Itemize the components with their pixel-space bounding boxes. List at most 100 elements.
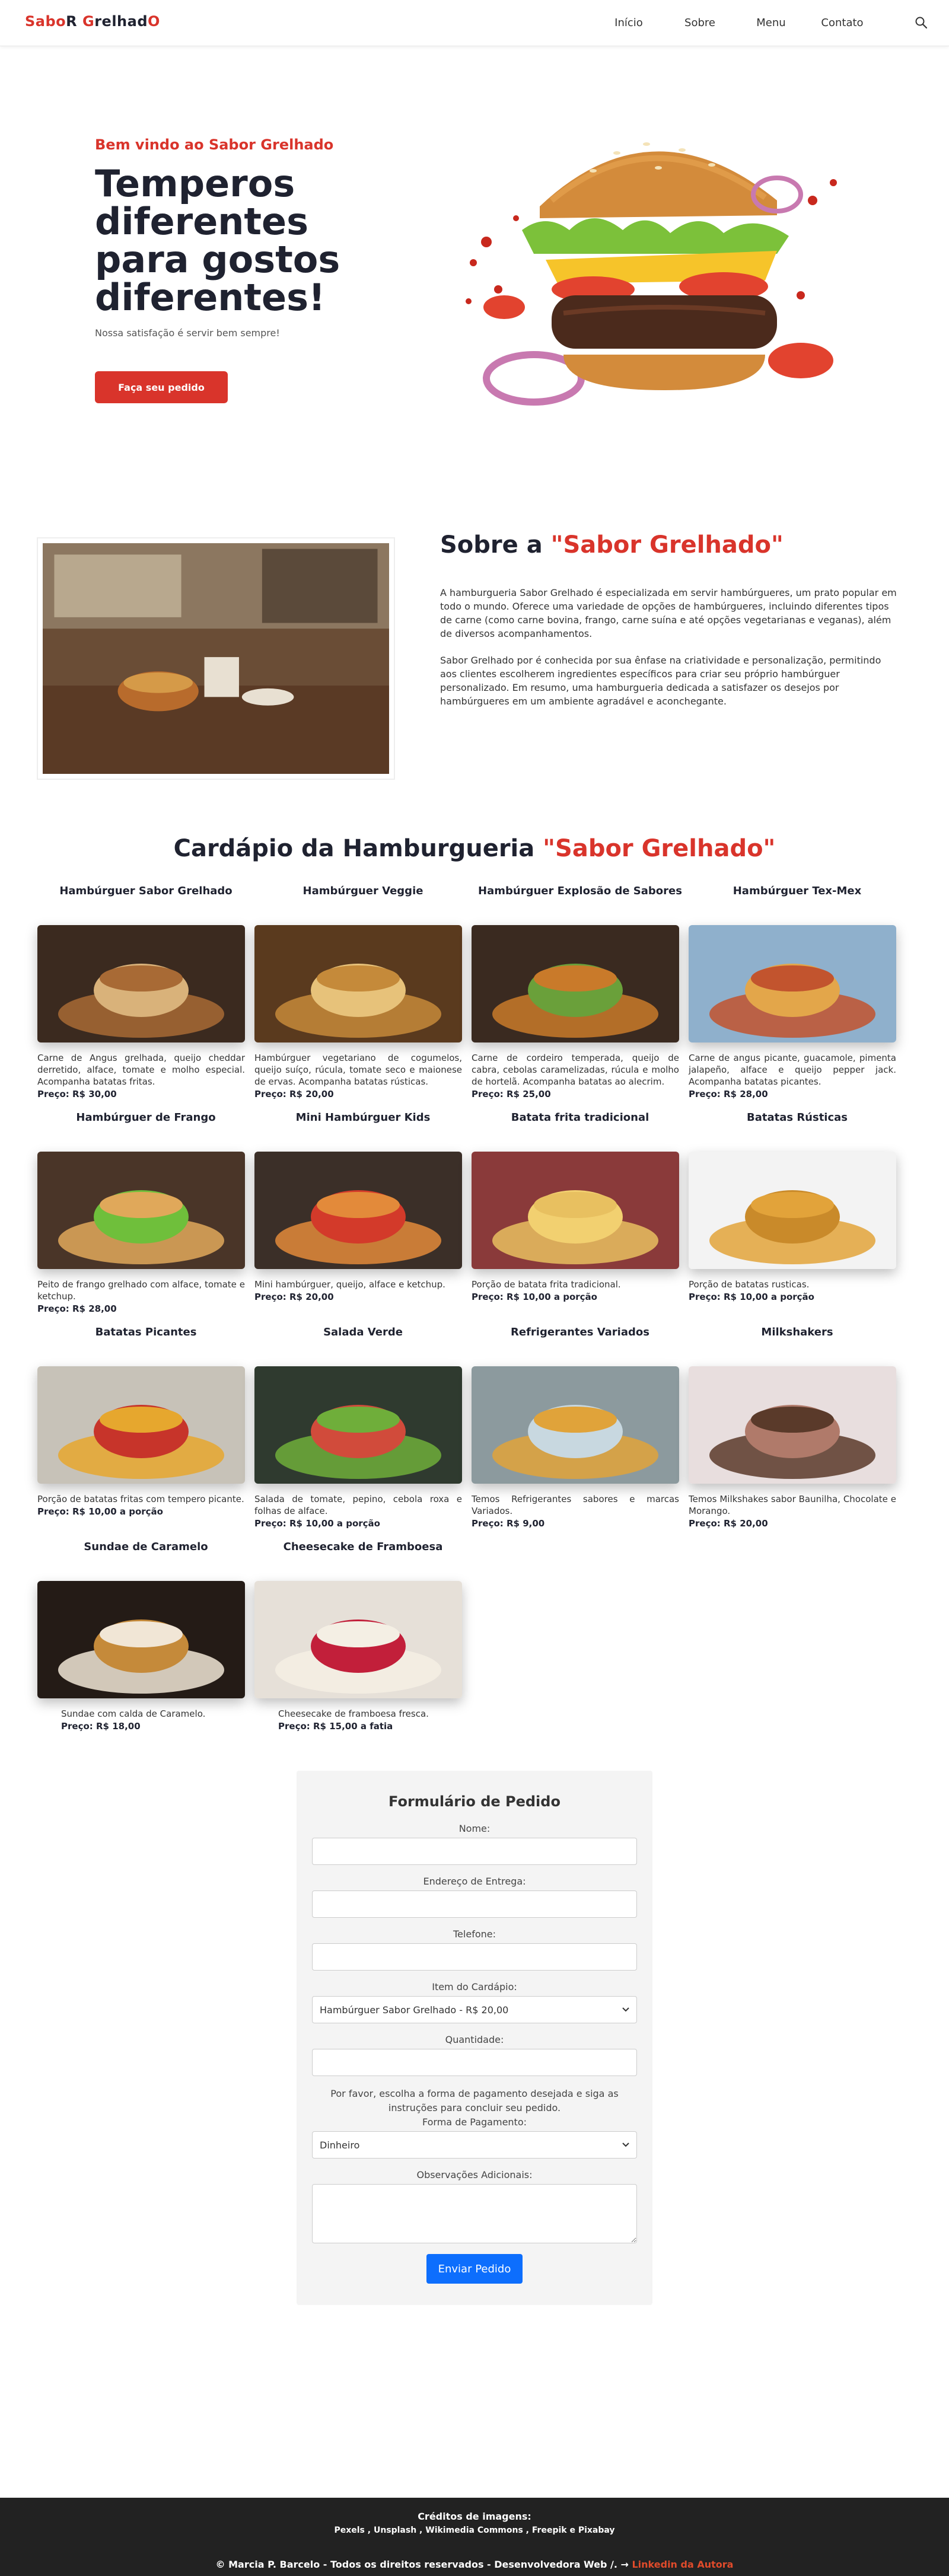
price-label: Preço:	[254, 1518, 286, 1529]
menu-item-price: Preço: R$ 28,00	[689, 1089, 906, 1099]
quantity-label: Quantidade:	[445, 2034, 504, 2045]
menu-item-name: Batata frita tradicional	[511, 1111, 649, 1124]
submit-order-button[interactable]: Enviar Pedido	[426, 2254, 523, 2284]
menu-item-photo	[254, 1366, 462, 1484]
menu-item-description: Sundae com calda de Caramelo.	[61, 1708, 206, 1719]
price-value: R$ 9,00	[507, 1518, 545, 1529]
menu-card: Batatas Picantes Porção de batatas fritas…	[37, 1318, 254, 1532]
name-field[interactable]	[312, 1838, 637, 1865]
price-value: R$ 20,00	[289, 1292, 334, 1302]
payment-note: Por favor, escolha a forma de pagamento …	[330, 2088, 619, 2113]
logo-part: R	[66, 13, 82, 30]
menu-item-name: Hambúrguer de Frango	[76, 1111, 216, 1124]
linkedin-link[interactable]: Linkedin da Autora	[632, 2559, 733, 2570]
menu-item-description: Carne de cordeiro temperada, queijo de c…	[472, 1053, 679, 1087]
menu-item-name: Batatas Picantes	[95, 1326, 197, 1338]
chevron-down-icon	[622, 2143, 629, 2147]
price-label: Preço:	[254, 1292, 286, 1302]
order-now-button[interactable]: Faça seu pedido	[95, 371, 228, 403]
price-value: R$ 10,00 a porção	[507, 1292, 597, 1302]
menu-item-name: Mini Hambúrguer Kids	[295, 1111, 431, 1124]
about-title-prefix: Sobre a	[440, 531, 551, 559]
menu-item-price: Preço: R$ 20,00	[689, 1518, 906, 1529]
menu-item-description: Porção de batata frita tradicional.	[472, 1279, 621, 1290]
order-form: Formulário de Pedido Nome: Endereço de E…	[297, 1771, 652, 2305]
menu-item-price: Preço: R$ 20,00	[254, 1089, 472, 1099]
menu-item-price: Preço: R$ 10,00 a porção	[37, 1506, 254, 1517]
menu-item-price: Preço: R$ 30,00	[37, 1089, 254, 1099]
item-select[interactable]: Hambúrguer Sabor Grelhado - R$ 20,00	[312, 1996, 637, 2023]
price-value: R$ 10,00 a porção	[724, 1292, 814, 1302]
about-paragraph-1: A hamburgueria Sabor Grelhado é especial…	[440, 587, 897, 639]
menu-item-description: Peito de frango grelhado com alface, tom…	[37, 1279, 245, 1302]
menu-item-description: Temos Milkshakes sabor Baunilha, Chocola…	[689, 1494, 896, 1516]
price-label: Preço:	[254, 1089, 286, 1099]
menu-item-description: Salada de tomate, pepino, cebola roxa e …	[254, 1494, 462, 1516]
menu-item-price: Preço: R$ 15,00 a fatia	[254, 1721, 472, 1732]
price-value: R$ 20,00	[724, 1518, 768, 1529]
price-value: R$ 15,00 a fatia	[313, 1721, 393, 1732]
hero-subtitle: Nossa satisfação é servir bem sempre!	[95, 327, 280, 339]
phone-label: Telefone:	[453, 1928, 496, 1940]
price-label: Preço:	[37, 1506, 69, 1517]
menu-card: Batata frita tradicional Porção de batata…	[472, 1103, 689, 1318]
menu-grid: Hambúrguer Sabor Grelhado Carne de Angus …	[37, 876, 949, 1735]
menu-item-photo	[254, 925, 462, 1042]
menu-item-price: Preço: R$ 25,00	[472, 1089, 689, 1099]
address-field[interactable]	[312, 1890, 637, 1918]
menu-item-price: Preço: R$ 9,00	[472, 1518, 689, 1529]
menu-card: Hambúrguer de Frango Peito de frango grel…	[37, 1103, 254, 1318]
nav-link-sobre[interactable]: Sobre	[664, 17, 735, 29]
price-value: R$ 28,00	[724, 1089, 768, 1099]
price-label: Preço:	[472, 1089, 504, 1099]
price-value: R$ 30,00	[72, 1089, 117, 1099]
menu-item-photo	[37, 1152, 245, 1269]
menu-item-name: Salada Verde	[323, 1326, 403, 1338]
menu-card: Sundae de Caramelo Sundae com calda de Ca…	[37, 1532, 254, 1735]
menu-item-description: Mini hambúrguer, queijo, alface e ketchu…	[254, 1279, 445, 1290]
payment-select[interactable]: Dinheiro	[312, 2131, 637, 2159]
about-text: A hamburgueria Sabor Grelhado é especial…	[440, 586, 900, 721]
item-select-value: Hambúrguer Sabor Grelhado - R$ 20,00	[320, 2004, 509, 2016]
about-paragraph-2: Sabor Grelhado por é conhecida por sua ê…	[440, 655, 881, 707]
logo-part: relhad	[94, 13, 148, 30]
menu-item-price: Preço: R$ 28,00	[37, 1303, 254, 1314]
menu-card: Hambúrguer Veggie Hambúrguer vegetariano …	[254, 876, 472, 1103]
menu-item-photo	[472, 1152, 679, 1269]
price-label: Preço:	[689, 1518, 721, 1529]
site-logo[interactable]: SaboR GrelhadO	[25, 13, 160, 30]
menu-item-photo	[37, 1366, 245, 1484]
logo-part: Sabo	[25, 13, 66, 30]
menu-card: Hambúrguer Sabor Grelhado Carne de Angus …	[37, 876, 254, 1103]
top-navbar: SaboR GrelhadO Início Sobre Menu Contato	[0, 0, 949, 46]
phone-field[interactable]	[312, 1943, 637, 1971]
menu-card: Cheesecake de Framboesa Cheesecake de fra…	[254, 1532, 472, 1735]
nav-link-menu[interactable]: Menu	[735, 17, 807, 29]
menu-item-photo	[472, 1366, 679, 1484]
form-title: Formulário de Pedido	[388, 1793, 561, 1810]
menu-item-name: Milkshakers	[761, 1326, 833, 1338]
price-value: R$ 25,00	[507, 1089, 551, 1099]
nav-link-inicio[interactable]: Início	[593, 17, 664, 29]
menu-title-prefix: Cardápio da Hamburgueria	[173, 835, 543, 862]
nav-link-contato[interactable]: Contato	[807, 17, 878, 29]
restaurant-photo	[37, 537, 395, 780]
logo-part: O	[148, 13, 160, 30]
footer: Créditos de imagens: Pexels , Unsplash ,…	[0, 2498, 949, 2576]
menu-item-photo	[254, 1581, 462, 1698]
logo-part: G	[82, 13, 95, 30]
about-section: Sobre a "Sabor Grelhado" A hamburgueria …	[0, 461, 949, 829]
notes-textarea[interactable]	[312, 2184, 637, 2243]
price-value: R$ 28,00	[72, 1303, 117, 1314]
menu-item-description: Hambúrguer vegetariano de cogumelos, que…	[254, 1053, 462, 1087]
quantity-field[interactable]	[312, 2049, 637, 2076]
menu-card: Salada Verde Salada de tomate, pepino, ce…	[254, 1318, 472, 1532]
menu-item-price: Preço: R$ 10,00 a porção	[472, 1292, 689, 1302]
item-label: Item do Cardápio:	[432, 1981, 517, 1992]
hero-title: Temperos diferentes para gostos diferent…	[95, 162, 340, 319]
hero-kicker: Bem vindo ao Sabor Grelhado	[95, 136, 334, 153]
search-icon[interactable]	[915, 16, 928, 29]
menu-item-description: Temos Refrigerantes sabores e marcas Var…	[472, 1494, 679, 1516]
payment-select-value: Dinheiro	[320, 2139, 360, 2151]
menu-item-name: Cheesecake de Framboesa	[283, 1541, 443, 1553]
